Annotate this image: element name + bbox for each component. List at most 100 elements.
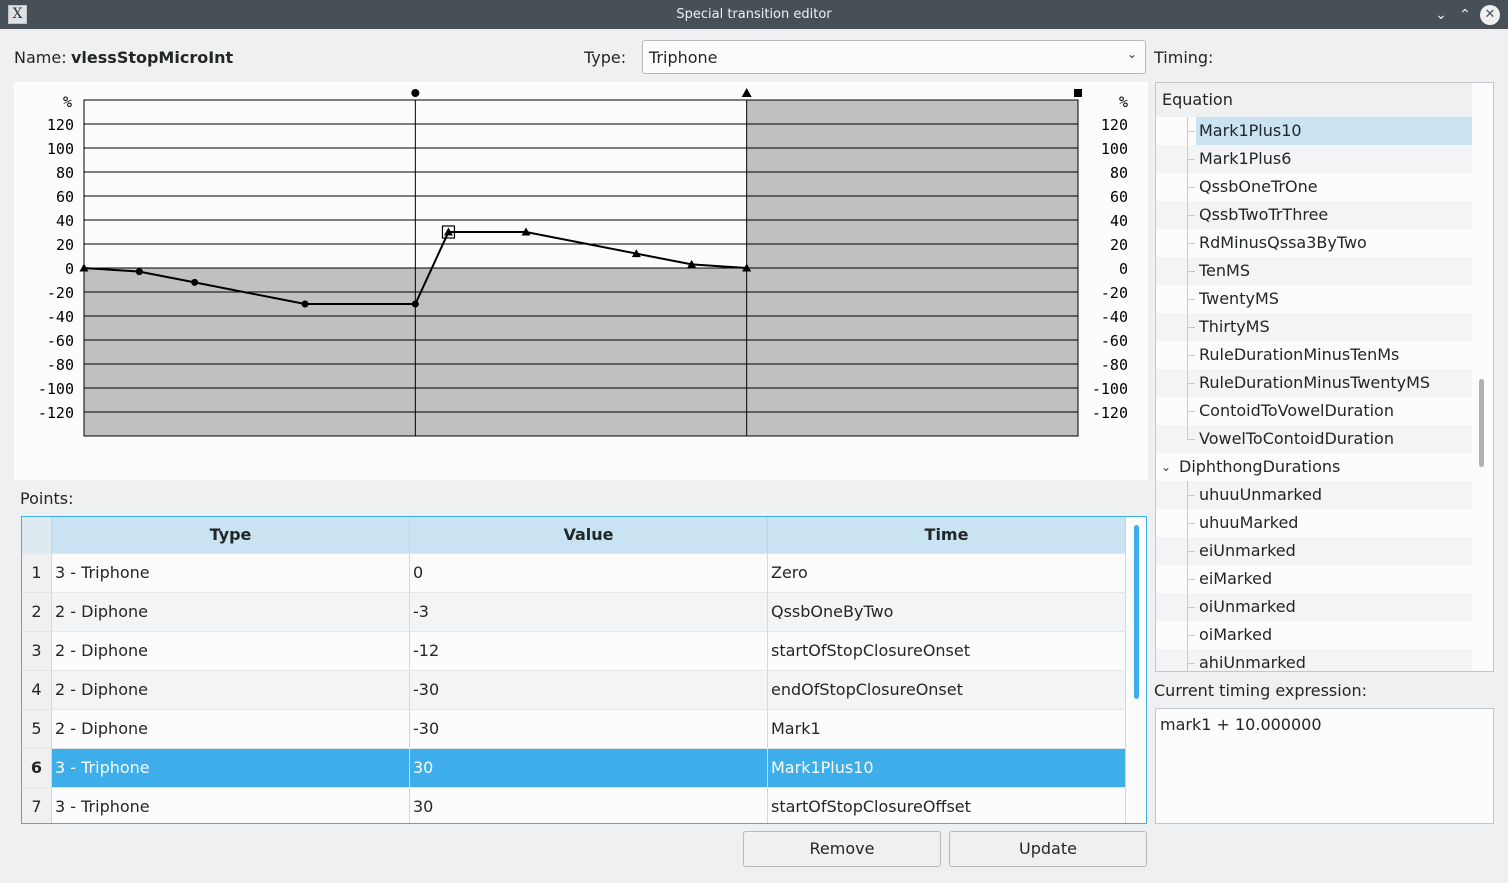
tree-item-label: oiMarked xyxy=(1199,625,1273,644)
tree-item-label: eiUnmarked xyxy=(1199,541,1296,560)
window-title: Special transition editor xyxy=(676,7,832,22)
table-row[interactable]: 42 - Diphone -30 endOfStopClosureOnset xyxy=(22,670,1126,709)
timing-label: Timing: xyxy=(1154,48,1214,67)
tree-scrollbar[interactable] xyxy=(1479,379,1484,467)
timing-tree[interactable]: Equation Mark1Plus10 Mark1Plus6 QssbOneTrO… xyxy=(1155,82,1494,672)
tree-item[interactable]: eiMarked xyxy=(1156,565,1472,593)
table-row[interactable]: 52 - Diphone -30 Mark1 xyxy=(22,709,1126,748)
tree-item[interactable]: Mark1Plus10 xyxy=(1156,117,1472,145)
table-scrollbar[interactable] xyxy=(1134,525,1139,699)
cell-type[interactable]: 2 - Diphone xyxy=(52,710,410,748)
table-row[interactable]: 13 - Triphone 0 Zero xyxy=(22,553,1126,592)
tree-item[interactable]: RuleDurationMinusTwentyMS xyxy=(1156,369,1472,397)
cell-time[interactable]: startOfStopClosureOffset xyxy=(768,788,1126,823)
tree-item[interactable]: eiUnmarked xyxy=(1156,537,1472,565)
data-point xyxy=(135,268,143,276)
tree-item[interactable]: ContoidToVowelDuration xyxy=(1156,397,1472,425)
tree-item-label: Mark1Plus10 xyxy=(1199,121,1302,140)
cell-time[interactable]: Zero xyxy=(768,554,1126,592)
tree-item[interactable]: RuleDurationMinusTenMs xyxy=(1156,341,1472,369)
column-header-type[interactable]: Type xyxy=(52,517,410,553)
tree-item[interactable]: RdMinusQssa3ByTwo xyxy=(1156,229,1472,257)
cell-value[interactable]: -3 xyxy=(410,593,768,631)
tree-item[interactable]: ThirtyMS xyxy=(1156,313,1472,341)
cell-time[interactable]: Mark1Plus10 xyxy=(768,749,1126,787)
cell-type[interactable]: 3 - Triphone xyxy=(52,554,410,592)
cell-type[interactable]: 3 - Triphone xyxy=(52,788,410,823)
y-tick-label-right: -60 xyxy=(1101,332,1128,350)
chevron-down-icon: ⌄ xyxy=(1126,47,1137,61)
row-number[interactable]: 5 xyxy=(22,710,52,748)
y-tick-label-left: -40 xyxy=(47,308,74,326)
table-corner[interactable] xyxy=(22,517,52,553)
remove-button[interactable]: Remove xyxy=(743,831,941,867)
tree-guide-hook xyxy=(1187,551,1195,552)
tree-item[interactable]: uhuuUnmarked xyxy=(1156,481,1472,509)
data-point xyxy=(191,278,199,286)
cell-value[interactable]: 30 xyxy=(410,788,768,823)
column-header-time[interactable]: Time xyxy=(768,517,1126,553)
tree-item[interactable]: oiUnmarked xyxy=(1156,593,1472,621)
tree-guide-hook xyxy=(1187,187,1195,188)
table-row[interactable]: 22 - Diphone -3 QssbOneByTwo xyxy=(22,592,1126,631)
tree-item[interactable]: VowelToContoidDuration xyxy=(1156,425,1472,453)
type-select[interactable]: Triphone ⌄ xyxy=(642,40,1146,74)
tree-item[interactable]: ahiUnmarked xyxy=(1156,649,1472,671)
tree-guide-hook xyxy=(1187,411,1195,412)
cell-time[interactable]: QssbOneByTwo xyxy=(768,593,1126,631)
tree-item[interactable]: QssbOneTrOne xyxy=(1156,173,1472,201)
tree-item-label: eiMarked xyxy=(1199,569,1273,588)
tree-item-label: uhuuUnmarked xyxy=(1199,485,1323,504)
table-row[interactable]: 32 - Diphone -12 startOfStopClosureOnset xyxy=(22,631,1126,670)
y-tick-label-left: 0 xyxy=(65,260,74,278)
cell-value[interactable]: -30 xyxy=(410,710,768,748)
row-number[interactable]: 1 xyxy=(22,554,52,592)
update-button[interactable]: Update xyxy=(949,831,1147,867)
tree-item[interactable]: TenMS xyxy=(1156,257,1472,285)
row-number[interactable]: 3 xyxy=(22,632,52,670)
close-icon[interactable]: ✕ xyxy=(1480,5,1500,25)
region-marker-circle xyxy=(411,89,420,97)
cell-time[interactable]: startOfStopClosureOnset xyxy=(768,632,1126,670)
cell-time[interactable]: endOfStopClosureOnset xyxy=(768,671,1126,709)
transition-chart[interactable]: 120 120 100 100 80 80 60 60 40 40 20 20 0 0 -20 -20 -40 -… xyxy=(14,82,1148,480)
tree-group-item[interactable]: ⌄ DiphthongDurations xyxy=(1156,453,1472,481)
tree-guide-hook xyxy=(1187,215,1195,216)
cell-value[interactable]: 0 xyxy=(410,554,768,592)
timing-expression-field[interactable]: mark1 + 10.000000 xyxy=(1155,708,1494,824)
table-row[interactable]: 63 - Triphone 30 Mark1Plus10 xyxy=(22,748,1126,787)
tree-item[interactable]: uhuuMarked xyxy=(1156,509,1472,537)
cell-time[interactable]: Mark1 xyxy=(768,710,1126,748)
y-tick-label-right: 80 xyxy=(1110,164,1128,182)
cell-value[interactable]: 30 xyxy=(410,749,768,787)
row-number[interactable]: 4 xyxy=(22,671,52,709)
y-tick-label-left: -100 xyxy=(38,380,74,398)
y-tick-label-left: 100 xyxy=(47,140,74,158)
tree-item[interactable]: TwentyMS xyxy=(1156,285,1472,313)
cell-type[interactable]: 2 - Diphone xyxy=(52,632,410,670)
y-tick-label-left: -60 xyxy=(47,332,74,350)
cell-value[interactable]: -12 xyxy=(410,632,768,670)
tree-guide-hook xyxy=(1187,131,1195,132)
transition-chart-svg[interactable]: 120 120 100 100 80 80 60 60 40 40 20 20 0 0 -20 -20 -40 -… xyxy=(14,82,1148,480)
cell-value[interactable]: -30 xyxy=(410,671,768,709)
tree-item[interactable]: oiMarked xyxy=(1156,621,1472,649)
tree-item[interactable]: QssbTwoTrThree xyxy=(1156,201,1472,229)
tree-item-label: uhuuMarked xyxy=(1199,513,1299,532)
tree-header-equation[interactable]: Equation xyxy=(1156,83,1472,117)
tree-item-label: Mark1Plus6 xyxy=(1199,149,1292,168)
table-row[interactable]: 73 - Triphone 30 startOfStopClosureOffset xyxy=(22,787,1126,823)
cell-type[interactable]: 3 - Triphone xyxy=(52,749,410,787)
row-number[interactable]: 7 xyxy=(22,788,52,823)
row-number[interactable]: 6 xyxy=(22,749,52,787)
y-tick-label-left: 20 xyxy=(56,236,74,254)
cell-type[interactable]: 2 - Diphone xyxy=(52,671,410,709)
cell-type[interactable]: 2 - Diphone xyxy=(52,593,410,631)
tree-item[interactable]: Mark1Plus6 xyxy=(1156,145,1472,173)
maximize-icon[interactable]: ⌃ xyxy=(1455,5,1475,25)
column-header-value[interactable]: Value xyxy=(410,517,768,553)
minimize-icon[interactable]: ⌄ xyxy=(1431,5,1451,25)
points-table[interactable]: Type Value Time 13 - Triphone 0 Zero 2 2 - D… xyxy=(21,516,1147,824)
chevron-down-icon[interactable]: ⌄ xyxy=(1161,453,1171,481)
row-number[interactable]: 2 xyxy=(22,593,52,631)
